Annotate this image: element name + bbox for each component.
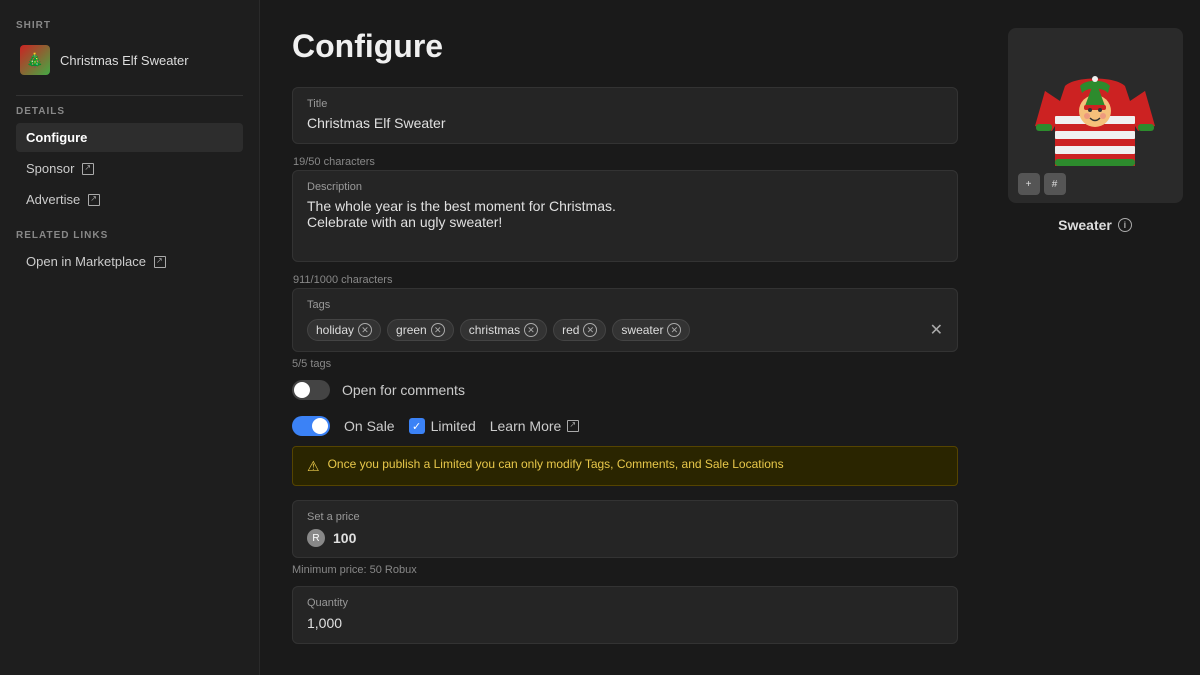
preview-info-icon[interactable]: i xyxy=(1118,218,1132,232)
title-counter: 19/50 characters xyxy=(293,156,958,168)
tag-green: green ✕ xyxy=(387,319,454,341)
description-field-label: Description xyxy=(307,181,943,193)
comments-toggle-knob xyxy=(294,382,310,398)
price-row: R xyxy=(307,529,943,547)
limited-checkbox[interactable]: ✓ xyxy=(409,418,425,434)
sidebar-shirt-name: Christmas Elf Sweater xyxy=(60,53,189,68)
learn-more-external-icon xyxy=(567,420,579,432)
learn-more-link[interactable]: Learn More xyxy=(490,418,580,434)
learn-more-label: Learn More xyxy=(490,418,562,434)
right-panel: + # Sweater i xyxy=(990,0,1200,675)
sidebar-item-configure-label: Configure xyxy=(26,130,87,145)
tags-field-label: Tags xyxy=(307,299,943,311)
main-content: Configure Title 19/50 characters Descrip… xyxy=(260,0,990,675)
limited-warning: ⚠ Once you publish a Limited you can onl… xyxy=(292,446,958,486)
on-sale-toggle[interactable] xyxy=(292,416,330,436)
tag-christmas: christmas ✕ xyxy=(460,319,547,341)
tag-red-remove[interactable]: ✕ xyxy=(583,323,597,337)
on-sale-label: On Sale xyxy=(344,418,395,434)
tag-holiday: holiday ✕ xyxy=(307,319,381,341)
tags-count: 5/5 tags xyxy=(292,358,958,370)
preview-controls: + # xyxy=(1018,173,1066,195)
sidebar-details-section-label: DETAILS xyxy=(16,106,243,117)
preview-hash-button[interactable]: # xyxy=(1044,173,1066,195)
sidebar-shirt-row: 🎄 Christmas Elf Sweater xyxy=(16,39,243,81)
sidebar-item-advertise[interactable]: Advertise xyxy=(16,185,243,214)
marketplace-external-icon xyxy=(154,256,166,268)
price-field: Set a price R xyxy=(292,500,958,558)
tag-holiday-remove[interactable]: ✕ xyxy=(358,323,372,337)
tag-red-label: red xyxy=(562,323,579,337)
description-counter: 911/1000 characters xyxy=(293,274,958,286)
sweater-image xyxy=(1030,51,1160,181)
preview-label-row: Sweater i xyxy=(1058,217,1132,233)
preview-plus-button[interactable]: + xyxy=(1018,173,1040,195)
advertise-external-icon xyxy=(88,194,100,206)
sidebar-item-sponsor-label: Sponsor xyxy=(26,161,74,176)
quantity-field-label: Quantity xyxy=(307,597,943,609)
sale-row: On Sale ✓ Limited Learn More xyxy=(292,416,958,436)
tag-green-label: green xyxy=(396,323,427,337)
tag-christmas-remove[interactable]: ✕ xyxy=(524,323,538,337)
tag-sweater-remove[interactable]: ✕ xyxy=(667,323,681,337)
title-field: Title xyxy=(292,87,958,144)
sidebar-item-sponsor[interactable]: Sponsor xyxy=(16,154,243,183)
comments-toggle[interactable] xyxy=(292,380,330,400)
price-input[interactable] xyxy=(333,530,943,546)
shirt-thumbnail: 🎄 xyxy=(20,45,50,75)
price-minimum-label: Minimum price: 50 Robux xyxy=(292,564,958,576)
tags-clear-button[interactable]: ✕ xyxy=(930,320,943,340)
tag-sweater: sweater ✕ xyxy=(612,319,690,341)
quantity-input[interactable] xyxy=(307,615,943,631)
sidebar: SHIRT 🎄 Christmas Elf Sweater DETAILS Co… xyxy=(0,0,260,675)
item-preview: + # xyxy=(1008,28,1183,203)
description-field: Description The whole year is the best m… xyxy=(292,170,958,262)
tag-holiday-label: holiday xyxy=(316,323,354,337)
sidebar-item-advertise-label: Advertise xyxy=(26,192,80,207)
title-input[interactable] xyxy=(307,115,943,131)
warning-text: Once you publish a Limited you can only … xyxy=(328,457,784,471)
description-input[interactable]: The whole year is the best moment for Ch… xyxy=(307,198,943,246)
limited-checkbox-wrap[interactable]: ✓ Limited xyxy=(409,418,476,434)
tag-red: red ✕ xyxy=(553,319,606,341)
page-title: Configure xyxy=(292,28,958,65)
tags-row: holiday ✕ green ✕ christmas ✕ red ✕ swea… xyxy=(307,319,943,341)
warning-triangle-icon: ⚠ xyxy=(307,458,320,475)
tags-field: Tags holiday ✕ green ✕ christmas ✕ red ✕… xyxy=(292,288,958,352)
price-field-label: Set a price xyxy=(307,511,943,523)
quantity-field: Quantity xyxy=(292,586,958,644)
tag-sweater-label: sweater xyxy=(621,323,663,337)
on-sale-toggle-knob xyxy=(312,418,328,434)
sidebar-shirt-section-label: SHIRT xyxy=(16,20,243,31)
limited-label: Limited xyxy=(431,418,476,434)
sidebar-related-section-label: RELATED LINKS xyxy=(16,230,243,241)
tag-christmas-label: christmas xyxy=(469,323,520,337)
title-field-label: Title xyxy=(307,98,943,110)
comments-toggle-label: Open for comments xyxy=(342,382,465,398)
comments-toggle-row: Open for comments xyxy=(292,380,958,400)
sponsor-external-icon xyxy=(82,163,94,175)
sidebar-item-marketplace[interactable]: Open in Marketplace xyxy=(16,247,243,276)
limited-checkmark: ✓ xyxy=(412,420,421,433)
sidebar-item-configure[interactable]: Configure xyxy=(16,123,243,152)
sidebar-item-marketplace-label: Open in Marketplace xyxy=(26,254,146,269)
tag-green-remove[interactable]: ✕ xyxy=(431,323,445,337)
sidebar-divider-1 xyxy=(16,95,243,96)
preview-item-label: Sweater xyxy=(1058,217,1112,233)
robux-icon: R xyxy=(307,529,325,547)
